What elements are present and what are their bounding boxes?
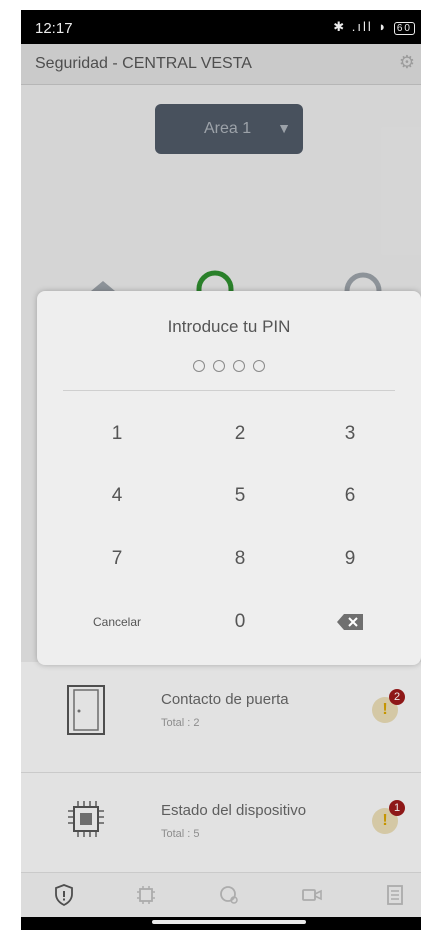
pin-dot bbox=[233, 360, 245, 372]
keypad-key-5[interactable]: 5 bbox=[190, 476, 290, 516]
keypad-key-0[interactable]: 0 bbox=[190, 602, 290, 642]
backspace-icon[interactable] bbox=[336, 613, 364, 631]
keypad-key-3[interactable]: 3 bbox=[300, 414, 400, 454]
pin-indicator bbox=[37, 359, 421, 377]
keypad-key-9[interactable]: 9 bbox=[300, 539, 400, 579]
phone-screen: 12:17 ✱ .ıll ◗ 60 Seguridad - CENTRAL VE… bbox=[21, 10, 421, 930]
keypad-key-4[interactable]: 4 bbox=[67, 476, 167, 516]
divider bbox=[63, 390, 395, 391]
cancel-button[interactable]: Cancelar bbox=[67, 602, 167, 642]
keypad-key-1[interactable]: 1 bbox=[67, 414, 167, 454]
pin-dot bbox=[213, 360, 225, 372]
pin-dot bbox=[253, 360, 265, 372]
keypad-key-8[interactable]: 8 bbox=[190, 539, 290, 579]
keypad-key-7[interactable]: 7 bbox=[67, 539, 167, 579]
keypad-key-6[interactable]: 6 bbox=[300, 476, 400, 516]
pin-dialog: Introduce tu PIN 1 2 3 4 5 6 7 8 9 Cance… bbox=[37, 291, 421, 665]
keypad-key-2[interactable]: 2 bbox=[190, 414, 290, 454]
pin-dialog-title: Introduce tu PIN bbox=[167, 317, 291, 336]
pin-dot bbox=[193, 360, 205, 372]
